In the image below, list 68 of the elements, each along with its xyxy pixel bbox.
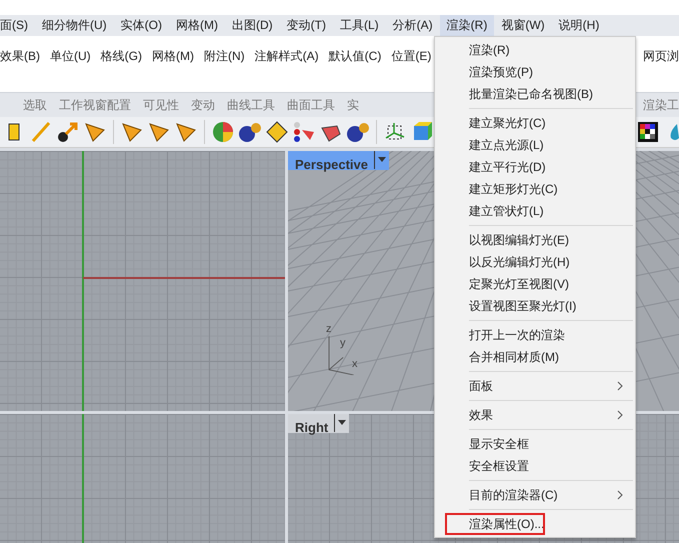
- toolbar-tab[interactable]: 渲染工: [643, 96, 679, 114]
- menu-item[interactable]: 渲染预览(P): [435, 61, 635, 83]
- toolbar-tab[interactable]: 变动: [191, 96, 224, 114]
- color-grid-icon[interactable]: [636, 120, 660, 144]
- axis-label: y: [340, 337, 346, 349]
- toolbar-tab[interactable]: 实: [347, 96, 368, 114]
- toolbar-tab[interactable]: 可见性: [143, 96, 188, 114]
- menu-item[interactable]: 建立矩形灯光(C): [435, 178, 635, 200]
- menu-item[interactable]: 建立管状灯(L): [435, 200, 635, 222]
- warning-sign-icon[interactable]: [265, 120, 289, 144]
- caret-down-icon[interactable]: [374, 151, 389, 169]
- toolbar-tab[interactable]: 曲面工具: [287, 96, 344, 114]
- menu-item[interactable]: 变动(T): [280, 15, 333, 36]
- toolbar-tab[interactable]: 选取: [23, 96, 56, 114]
- menu-item[interactable]: 渲染(R): [435, 39, 635, 61]
- menu-item[interactable]: 以视图编辑灯光(E): [435, 229, 635, 251]
- menu-item[interactable]: 设置视图至聚光灯(I): [435, 295, 635, 317]
- menu-item[interactable]: 网格(M): [169, 15, 225, 36]
- menu-item[interactable]: 出图(D): [225, 15, 280, 36]
- menu-item[interactable]: 单位(U): [45, 48, 96, 64]
- menu-item[interactable]: 效果(B): [0, 48, 45, 64]
- menu-item[interactable]: 细分物件(U): [35, 15, 114, 36]
- menu-item[interactable]: 面(S): [0, 15, 35, 36]
- toolbar-tab[interactable]: 曲线工具: [227, 96, 284, 114]
- viewport-title[interactable]: Right: [288, 414, 350, 433]
- menu-item[interactable]: 显示安全框: [435, 433, 635, 455]
- viewport-title[interactable]: Perspective: [288, 151, 389, 170]
- menu-item[interactable]: 分析(A): [386, 15, 440, 36]
- menu-item[interactable]: 面板: [435, 375, 635, 397]
- cone-icon[interactable]: [174, 120, 198, 144]
- sphere-arrow-icon[interactable]: [56, 120, 80, 144]
- menu-item[interactable]: 渲染属性(O)...: [445, 513, 545, 535]
- menu-item[interactable]: 打开上一次的渲染: [435, 324, 635, 346]
- menu-item[interactable]: 网格(M): [147, 48, 199, 64]
- menu-item[interactable]: 以反光编辑灯光(H): [435, 251, 635, 273]
- menu-item[interactable]: 附注(N): [199, 48, 250, 64]
- menu-item[interactable]: 建立平行光(D): [435, 156, 635, 178]
- axis-label: x: [352, 358, 358, 370]
- menu-item[interactable]: 默认值(C): [324, 48, 386, 64]
- toolbar-tab[interactable]: 工作视窗配置: [59, 96, 140, 114]
- menu-item[interactable]: 安全框设置: [435, 455, 635, 477]
- menu-item[interactable]: 合并相同材质(M): [435, 346, 635, 368]
- cone-icon[interactable]: [83, 120, 107, 144]
- menu-item[interactable]: 格线(G): [96, 48, 147, 64]
- chevron-right-icon: [617, 381, 623, 391]
- menu-item[interactable]: 批量渲染已命名视图(B): [435, 83, 635, 105]
- chevron-right-icon: [617, 490, 623, 500]
- menu-item[interactable]: 效果: [435, 404, 635, 426]
- menu-item[interactable]: 建立点光源(L): [435, 134, 635, 156]
- menu-item[interactable]: 实体(O): [114, 15, 169, 36]
- menu-item[interactable]: 说明(H): [552, 15, 606, 36]
- menu-item[interactable]: 视窗(W): [494, 15, 552, 36]
- color-sphere-icon[interactable]: [211, 120, 235, 144]
- menu-item[interactable]: 注解样式(A): [250, 48, 324, 64]
- cone-icon[interactable]: [147, 120, 171, 144]
- cone-icon[interactable]: [120, 120, 144, 144]
- chevron-right-icon: [617, 410, 623, 420]
- menu-item[interactable]: 建立聚光灯(C): [435, 112, 635, 134]
- menu-item[interactable]: 位置(E): [386, 48, 436, 64]
- menu-item[interactable]: 定聚光灯至视图(V): [435, 273, 635, 295]
- dots-icon[interactable]: [292, 120, 316, 144]
- axis-label: z: [326, 323, 332, 335]
- menu-item[interactable]: 目前的渲染器(C): [435, 484, 635, 506]
- spheres-icon[interactable]: [238, 120, 262, 144]
- menu-item[interactable]: 网页浏: [638, 48, 679, 64]
- menu-item[interactable]: 工具(L): [333, 15, 386, 36]
- menu-item[interactable]: 渲染(R): [440, 15, 494, 36]
- spheres-icon[interactable]: [346, 120, 370, 144]
